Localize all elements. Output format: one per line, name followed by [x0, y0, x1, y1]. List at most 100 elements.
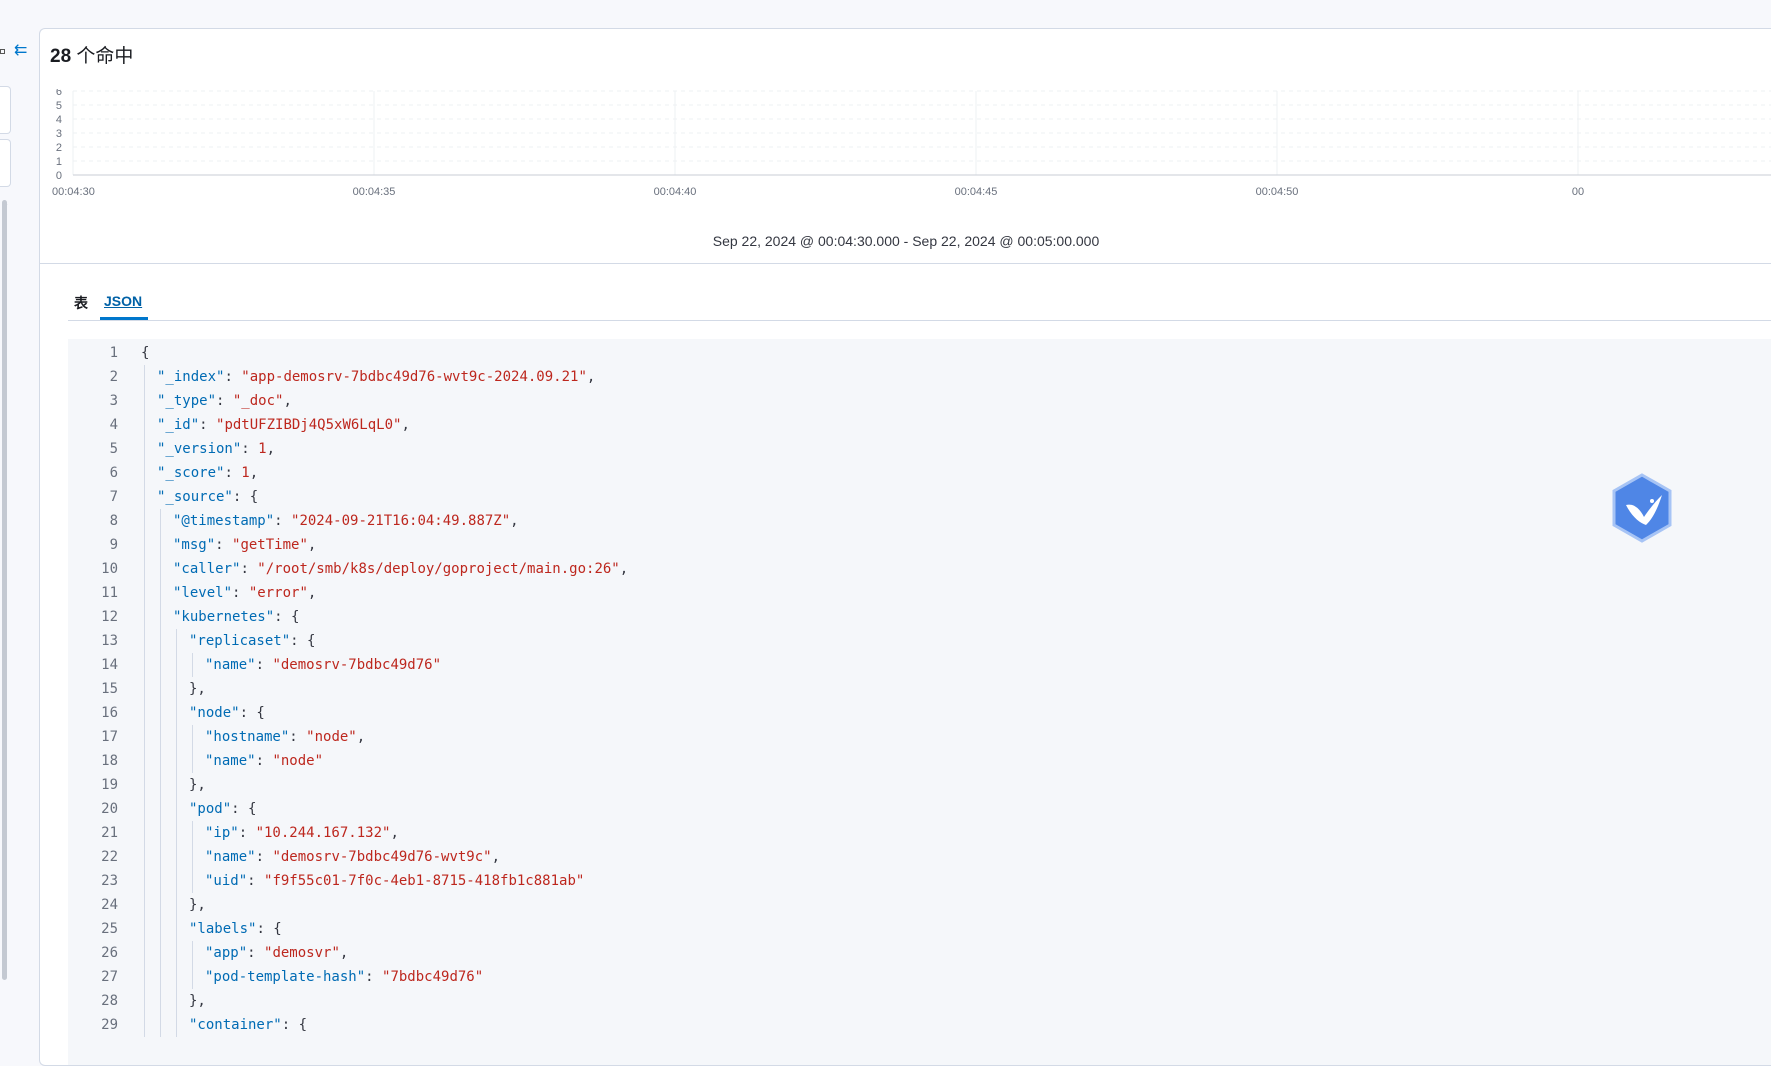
- hits-label: 个命中: [76, 46, 134, 67]
- code-text: "_source": {: [157, 489, 259, 505]
- assistant-button[interactable]: [1610, 473, 1674, 543]
- field-box[interactable]: [0, 139, 11, 187]
- line-number: 25: [101, 921, 118, 937]
- code-text: "pod": {: [189, 801, 257, 817]
- code-line: 25 "labels": {: [68, 917, 1768, 941]
- code-line: 12 "kubernetes": {: [68, 605, 1768, 629]
- code-line: 21 "ip": "10.244.167.132",: [68, 821, 1768, 845]
- code-text: "app": "demosvr",: [205, 945, 349, 961]
- line-number: 22: [101, 849, 118, 865]
- code-text: "uid": "f9f55c01-7f0c-4eb1-8715-418fb1c8…: [205, 873, 585, 889]
- line-number: 20: [101, 801, 118, 817]
- line-number: 15: [101, 681, 118, 697]
- code-text: "_version": 1,: [157, 441, 276, 457]
- code-text: "name": "demosrv-7bdbc49d76": [205, 657, 442, 673]
- indent-guide: [192, 941, 193, 989]
- hits-count: 28 个命中: [50, 41, 133, 68]
- code-line: 26 "app": "demosvr",: [68, 941, 1768, 965]
- histogram-chart[interactable]: 0 1 2 3 4 5 6 00:04:30 00:04:35 00:04:40 00:04:45 0…: [40, 89, 1771, 229]
- histogram-svg[interactable]: 0 1 2 3 4 5 6 00:04:30 00:04:35 00:04:40 00:04:45 0…: [40, 89, 1771, 229]
- x-tick-label: 00:04:30: [52, 186, 95, 198]
- code-text: },: [189, 681, 206, 697]
- line-number: 1: [109, 345, 118, 361]
- tab-json[interactable]: JSON: [104, 293, 142, 309]
- x-tick-label: 00:04:45: [955, 186, 998, 198]
- indent-guide: [192, 653, 193, 677]
- sidebar-scrollbar[interactable]: [2, 200, 7, 980]
- tab-divider: [68, 320, 1771, 321]
- code-line: 9 "msg": "getTime",: [68, 533, 1768, 557]
- line-number: 3: [109, 393, 118, 409]
- line-number: 14: [101, 657, 118, 673]
- square-icon: [0, 49, 5, 54]
- code-line: 4 "_id": "pdtUFZIBDj4Q5xW6LqL0",: [68, 413, 1768, 437]
- code-line: 27 "pod-template-hash": "7bdbc49d76": [68, 965, 1768, 989]
- field-box[interactable]: [0, 86, 11, 134]
- y-tick-label: 4: [56, 114, 62, 126]
- code-line: 15},: [68, 677, 1768, 701]
- code-text: "node": {: [189, 705, 265, 721]
- code-text: "ip": "10.244.167.132",: [205, 825, 399, 841]
- code-text: "_type": "_doc",: [157, 393, 292, 409]
- y-tick-label: 2: [56, 142, 62, 154]
- line-number: 28: [101, 993, 118, 1009]
- line-number: 9: [109, 537, 118, 553]
- code-text: "pod-template-hash": "7bdbc49d76": [205, 969, 484, 985]
- line-number: 7: [109, 489, 118, 505]
- code-text: "name": "node": [205, 753, 324, 769]
- divider: [40, 263, 1771, 264]
- line-number: 2: [109, 369, 118, 385]
- line-number: 17: [101, 729, 118, 745]
- line-number: 12: [101, 609, 118, 625]
- code-line: 29 "container": {: [68, 1013, 1768, 1037]
- code-text: "hostname": "node",: [205, 729, 366, 745]
- code-text: "container": {: [189, 1017, 308, 1033]
- code-text: "_id": "pdtUFZIBDj4Q5xW6LqL0",: [157, 417, 410, 433]
- x-tick-label: 00:04:40: [654, 186, 697, 198]
- line-number: 4: [109, 417, 118, 433]
- code-line: 24},: [68, 893, 1768, 917]
- code-line: 10 "caller": "/root/smb/k8s/deploy/goproj…: [68, 557, 1768, 581]
- code-text: "labels": {: [189, 921, 282, 937]
- code-line: 23 "uid": "f9f55c01-7f0c-4eb1-8715-418fb1…: [68, 869, 1768, 893]
- line-number: 6: [109, 465, 118, 481]
- code-line: 16 "node": {: [68, 701, 1768, 725]
- y-tick-label: 1: [56, 156, 62, 168]
- x-tick-label: 00:04:35: [353, 186, 396, 198]
- code-text: "name": "demosrv-7bdbc49d76-wvt9c",: [205, 849, 501, 865]
- y-tick-label: 0: [56, 170, 62, 182]
- code-line: 6 "_score": 1,: [68, 461, 1768, 485]
- code-text: "msg": "getTime",: [173, 537, 317, 553]
- code-line: 28},: [68, 989, 1768, 1013]
- code-text: {: [141, 345, 150, 361]
- code-line: 8 "@timestamp": "2024-09-21T16:04:49.887Z…: [68, 509, 1768, 533]
- code-line: 17 "hostname": "node",: [68, 725, 1768, 749]
- line-number: 21: [101, 825, 118, 841]
- code-line: 3 "_type": "_doc",: [68, 389, 1768, 413]
- json-code-viewer[interactable]: 1{2 "_index": "app-demosrv-7bdbc49d76-wvt…: [68, 339, 1771, 1065]
- line-number: 23: [101, 873, 118, 889]
- tab-table[interactable]: 表: [74, 293, 88, 313]
- line-number: 8: [109, 513, 118, 529]
- code-line: 1{: [68, 341, 1768, 365]
- code-text: "_score": 1,: [157, 465, 259, 481]
- line-number: 19: [101, 777, 118, 793]
- code-text: },: [189, 897, 206, 913]
- code-text: "_index": "app-demosrv-7bdbc49d76-wvt9c-…: [157, 369, 596, 385]
- x-tick-label: 00: [1572, 186, 1584, 198]
- code-line: 20 "pod": {: [68, 797, 1768, 821]
- code-line: 2 "_index": "app-demosrv-7bdbc49d76-wvt9c…: [68, 365, 1768, 389]
- y-tick-label: 3: [56, 128, 62, 140]
- indent-guide: [176, 629, 177, 1037]
- line-number: 24: [101, 897, 118, 913]
- collapse-sidebar-icon[interactable]: ⇇: [14, 42, 36, 60]
- code-text: },: [189, 993, 206, 1009]
- code-text: "kubernetes": {: [173, 609, 300, 625]
- line-number: 16: [101, 705, 118, 721]
- line-number: 10: [101, 561, 118, 577]
- line-number: 27: [101, 969, 118, 985]
- code-line: 13 "replicaset": {: [68, 629, 1768, 653]
- time-range-label: Sep 22, 2024 @ 00:04:30.000 - Sep 22, 20…: [712, 233, 1100, 249]
- indent-guide: [160, 509, 161, 1037]
- indent-guide: [192, 725, 193, 773]
